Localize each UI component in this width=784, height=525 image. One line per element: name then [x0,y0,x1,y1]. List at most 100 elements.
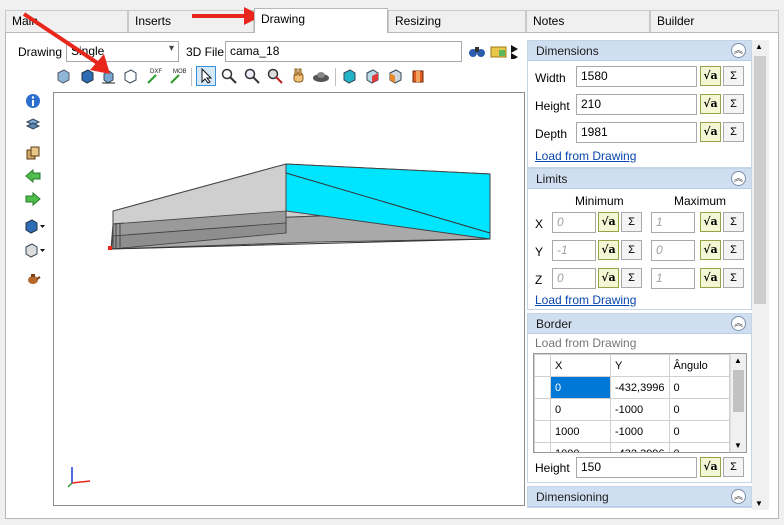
formula-button[interactable]: √a [700,268,721,288]
z-max-input[interactable]: 1 [651,268,695,289]
formula-button[interactable]: √a [700,240,721,260]
column-header-x[interactable]: X [550,354,611,377]
depth-input[interactable]: 1981 [576,122,697,143]
grid-cell[interactable]: -1000 [610,420,670,443]
collapse-icon[interactable]: ︽ [731,316,746,331]
orbit-icon[interactable] [311,66,331,86]
row-header-cell[interactable] [534,442,551,452]
border-height-input[interactable]: 150 [576,457,697,478]
x-max-input[interactable]: 1 [651,212,695,233]
table-row[interactable]: 0 -1000 0 [534,398,730,421]
sum-button[interactable]: Σ [621,212,642,232]
table-row[interactable]: 1000 -432,3996 0 [534,442,730,452]
border-header[interactable]: Border ︽ [528,314,751,334]
arrow-left-green-icon[interactable] [23,166,43,186]
tab-drawing[interactable]: Drawing [254,8,388,33]
arrow-right-green-icon[interactable] [23,189,43,209]
limits-header[interactable]: Limits ︽ [528,169,751,189]
view-back-icon[interactable] [408,66,428,86]
collapse-side-icon[interactable] [510,41,520,61]
export-dxf-icon[interactable]: DXF [144,66,164,86]
collapse-icon[interactable]: ︽ [731,43,746,58]
pan-hand-icon[interactable] [288,66,308,86]
grid-cell[interactable]: 1000 [550,442,611,452]
row-header-cell[interactable] [534,376,551,399]
sum-button[interactable]: Σ [723,457,744,477]
sum-button[interactable]: Σ [723,240,744,260]
border-grid[interactable]: X Y Ângulo 0 -432,3996 0 0 -1000 0 1000 … [533,353,747,453]
formula-button[interactable]: √a [700,94,721,114]
column-header-y[interactable]: Y [610,354,670,377]
grid-cell[interactable]: -432,3996 [610,376,670,399]
formula-button[interactable]: √a [700,122,721,142]
column-header-angle[interactable]: Ângulo [668,354,730,377]
sum-button[interactable]: Σ [723,212,744,232]
zoom-extents-icon[interactable] [219,66,239,86]
load-from-drawing-link[interactable]: Load from Drawing [535,149,636,163]
formula-button[interactable]: √a [598,268,619,288]
formula-button[interactable]: √a [700,66,721,86]
y-max-input[interactable]: 0 [651,240,695,261]
scroll-down-icon[interactable]: ▼ [734,441,742,450]
collapse-icon[interactable]: ︽ [731,489,746,504]
info-icon[interactable] [23,91,43,111]
tab-builder[interactable]: Builder [650,10,779,32]
load-from-drawing-link[interactable]: Load from Drawing [535,293,636,307]
row-header-cell[interactable] [534,398,551,421]
grid-cell[interactable]: 0 [668,398,730,421]
view-right-icon[interactable] [362,66,382,86]
grid-cell[interactable]: 0 [668,376,730,399]
view-cube-dropdown-icon[interactable] [23,216,47,236]
view-front-icon[interactable] [339,66,359,86]
teapot-icon[interactable] [23,268,43,288]
wireframe-view-icon[interactable] [120,66,140,86]
view-left-icon[interactable] [385,66,405,86]
grid-cell[interactable]: -432,3996 [610,442,670,452]
table-row[interactable]: 0 -432,3996 0 [534,376,730,399]
width-input[interactable]: 1580 [576,66,697,87]
tab-notes[interactable]: Notes [526,10,650,32]
scrollbar-thumb[interactable] [754,56,766,304]
open-folder-icon[interactable] [489,41,509,61]
y-min-input[interactable]: -1 [552,240,596,261]
formula-button[interactable]: √a [700,212,721,232]
grid-cell[interactable]: 0 [668,420,730,443]
grid-scrollbar[interactable]: ▲ ▼ [730,354,746,452]
select-pointer-icon[interactable] [196,66,216,86]
sum-button[interactable]: Σ [723,94,744,114]
sum-button[interactable]: Σ [621,268,642,288]
sum-button[interactable]: Σ [723,122,744,142]
scroll-up-icon[interactable]: ▲ [755,42,763,51]
view-mode-dropdown-icon[interactable] [23,240,47,260]
panel-scrollbar[interactable]: ▲ ▼ [752,40,769,510]
grid-cell[interactable]: 0 [668,442,730,452]
formula-button[interactable]: √a [700,457,721,477]
x-min-input[interactable]: 0 [552,212,596,233]
layers-icon[interactable] [23,114,43,134]
scrollbar-thumb[interactable] [733,370,744,412]
dimensions-header[interactable]: Dimensions ︽ [528,41,751,61]
collapse-icon[interactable]: ︽ [731,171,746,186]
formula-button[interactable]: √a [598,240,619,260]
sum-button[interactable]: Σ [723,66,744,86]
copy-piece-icon[interactable] [23,143,43,163]
grid-cell[interactable]: 0 [550,376,611,399]
z-min-input[interactable]: 0 [552,268,596,289]
height-input[interactable]: 210 [576,94,697,115]
sum-button[interactable]: Σ [621,240,642,260]
binoculars-icon[interactable] [467,41,487,61]
zoom-in-icon[interactable] [242,66,262,86]
sum-button[interactable]: Σ [723,268,744,288]
formula-button[interactable]: √a [598,212,619,232]
grid-cell[interactable]: 0 [550,398,611,421]
export-mob-icon[interactable]: MOB [167,66,187,86]
3d-viewport[interactable] [53,92,525,506]
zoom-window-icon[interactable] [265,66,285,86]
dimensioning-header[interactable]: Dimensioning ︽ [528,487,751,507]
tab-resizing[interactable]: Resizing [388,10,526,32]
grid-cell[interactable]: -1000 [610,398,670,421]
table-row[interactable]: 1000 -1000 0 [534,420,730,443]
grid-cell[interactable]: 1000 [550,420,611,443]
row-header-cell[interactable] [534,420,551,443]
file3d-input[interactable]: cama_18 [225,41,462,62]
